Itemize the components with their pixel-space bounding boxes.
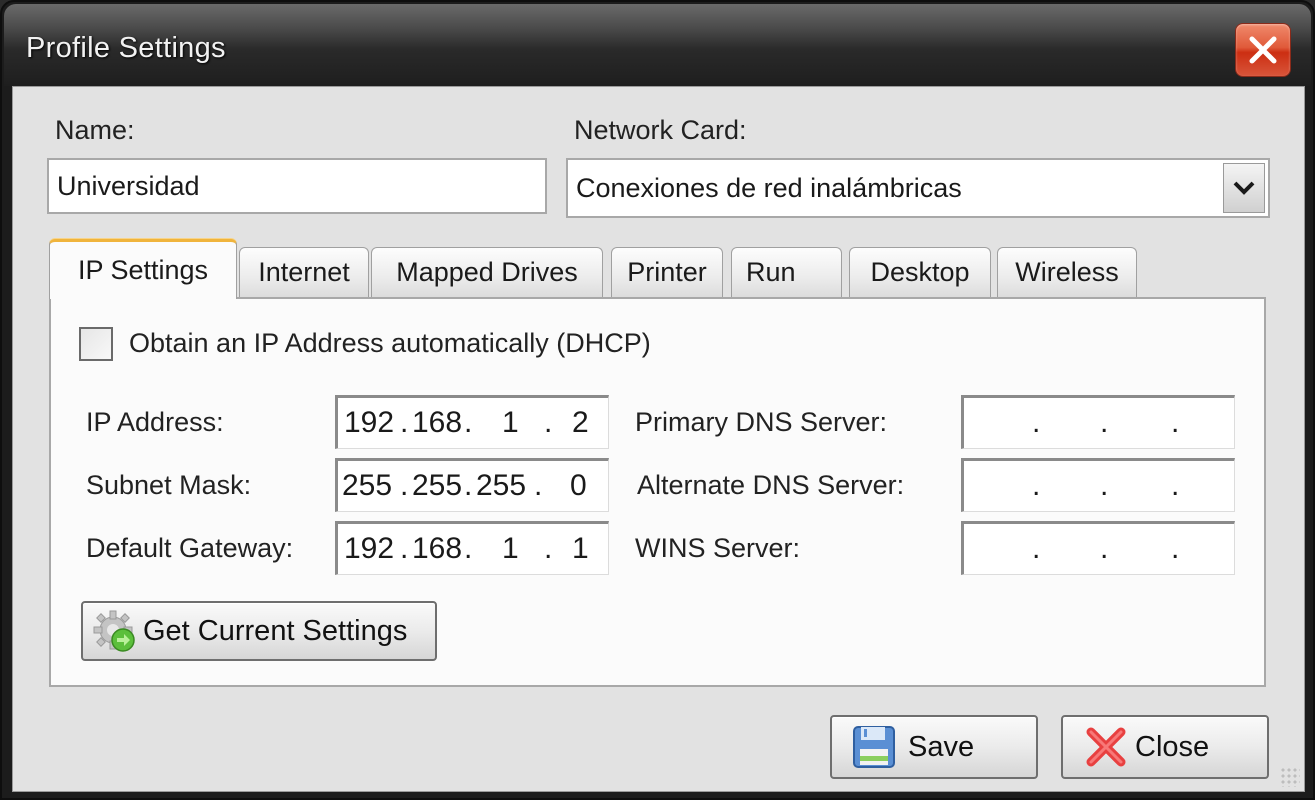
tab-label: IP Settings xyxy=(77,255,209,285)
octet-4: 0 xyxy=(570,469,587,502)
alternate-dns-label: Alternate DNS Server: xyxy=(637,470,905,500)
close-icon xyxy=(1249,36,1277,64)
tab-mapped-drives[interactable]: Mapped Drives xyxy=(371,247,603,297)
octet-2: 255 xyxy=(412,469,463,502)
network-card-value: Conexiones de red inalámbricas xyxy=(576,172,962,203)
dialog-body: Name: Universidad Network Card: Conexion… xyxy=(12,86,1305,792)
network-card-select[interactable]: Conexiones de red inalámbricas xyxy=(566,158,1270,218)
primary-dns-label: Primary DNS Server: xyxy=(635,407,888,437)
network-card-label: Network Card: xyxy=(574,115,747,145)
tab-wireless[interactable]: Wireless xyxy=(997,247,1137,297)
octet-separator: . xyxy=(534,469,543,502)
octet-separator: . xyxy=(1100,469,1109,502)
close-label: Close xyxy=(1135,730,1210,763)
tab-label: Run xyxy=(746,257,796,287)
primary-dns-input[interactable]: . . . xyxy=(961,395,1235,449)
tab-printer[interactable]: Printer xyxy=(611,247,723,297)
tab-label: Wireless xyxy=(1015,257,1119,287)
tab-desktop[interactable]: Desktop xyxy=(849,247,991,297)
gear-refresh-icon xyxy=(93,610,135,652)
octet-separator: . xyxy=(1032,406,1041,439)
octet-1: 192 xyxy=(344,532,395,565)
octet-3: 1 xyxy=(502,532,519,565)
octet-2: 168 xyxy=(412,532,463,565)
octet-separator: . xyxy=(1100,406,1109,439)
octet-separator: . xyxy=(1171,406,1180,439)
tab-ip-settings[interactable]: IP Settings xyxy=(49,239,237,299)
red-x-icon xyxy=(1086,727,1126,767)
octet-1: 255 xyxy=(342,469,393,502)
tab-label: Printer xyxy=(627,257,707,287)
octet-1: 192 xyxy=(344,406,395,439)
tab-internet[interactable]: Internet xyxy=(239,247,369,297)
octet-separator: . xyxy=(464,406,473,439)
chevron-down-icon xyxy=(1233,181,1255,195)
octet-separator: . xyxy=(1171,469,1180,502)
default-gateway-input[interactable]: 192 . 168 . 1 . 1 xyxy=(335,521,609,575)
ip-address-input[interactable]: 192 . 168 . 1 . 2 xyxy=(335,395,609,449)
octet-separator: . xyxy=(464,532,473,565)
octet-separator: . xyxy=(544,406,553,439)
octet-3: 255 xyxy=(476,469,527,502)
name-label: Name: xyxy=(55,115,135,145)
octet-separator: . xyxy=(544,532,553,565)
octet-2: 168 xyxy=(412,406,463,439)
wins-server-label: WINS Server: xyxy=(635,533,801,563)
floppy-disk-icon xyxy=(853,726,895,768)
save-label: Save xyxy=(908,730,975,763)
ip-address-label: IP Address: xyxy=(86,407,224,437)
octet-separator: . xyxy=(400,532,409,565)
network-card-dropdown-button[interactable] xyxy=(1223,163,1265,213)
octet-3: 1 xyxy=(502,406,519,439)
window-title: Profile Settings xyxy=(26,32,226,64)
name-input-value: Universidad xyxy=(57,170,200,201)
alternate-dns-input[interactable]: . . . xyxy=(961,458,1235,512)
octet-separator: . xyxy=(400,469,409,502)
tab-label: Desktop xyxy=(870,257,970,287)
dhcp-checkbox[interactable] xyxy=(79,327,113,361)
tab-label: Mapped Drives xyxy=(396,257,578,287)
name-input[interactable]: Universidad xyxy=(47,158,547,214)
octet-separator: . xyxy=(1032,532,1041,565)
get-current-settings-label: Get Current Settings xyxy=(143,614,408,647)
octet-separator: . xyxy=(400,406,409,439)
octet-separator: . xyxy=(1171,532,1180,565)
save-button[interactable]: Save xyxy=(830,715,1038,779)
tab-label: Internet xyxy=(258,257,350,287)
dhcp-label[interactable]: Obtain an IP Address automatically (DHCP… xyxy=(129,328,651,359)
subnet-mask-input[interactable]: 255 . 255 . 255 . 0 xyxy=(335,458,609,512)
profile-settings-window: Profile Settings Name: Universidad Netwo… xyxy=(0,0,1315,800)
close-button[interactable]: Close xyxy=(1061,715,1269,779)
octet-4: 2 xyxy=(572,406,589,439)
get-current-settings-button[interactable]: Get Current Settings xyxy=(81,601,437,661)
octet-separator: . xyxy=(464,469,473,502)
title-close-button[interactable] xyxy=(1235,23,1291,77)
subnet-mask-label: Subnet Mask: xyxy=(86,470,252,500)
tab-run[interactable]: Run xyxy=(731,247,842,297)
octet-4: 1 xyxy=(572,532,589,565)
ip-settings-panel: Obtain an IP Address automatically (DHCP… xyxy=(49,297,1266,687)
wins-server-input[interactable]: . . . xyxy=(961,521,1235,575)
resize-grip[interactable] xyxy=(1280,767,1300,787)
octet-separator: . xyxy=(1032,469,1041,502)
octet-separator: . xyxy=(1100,532,1109,565)
title-bar[interactable]: Profile Settings xyxy=(4,4,1311,86)
default-gateway-label: Default Gateway: xyxy=(86,533,294,563)
